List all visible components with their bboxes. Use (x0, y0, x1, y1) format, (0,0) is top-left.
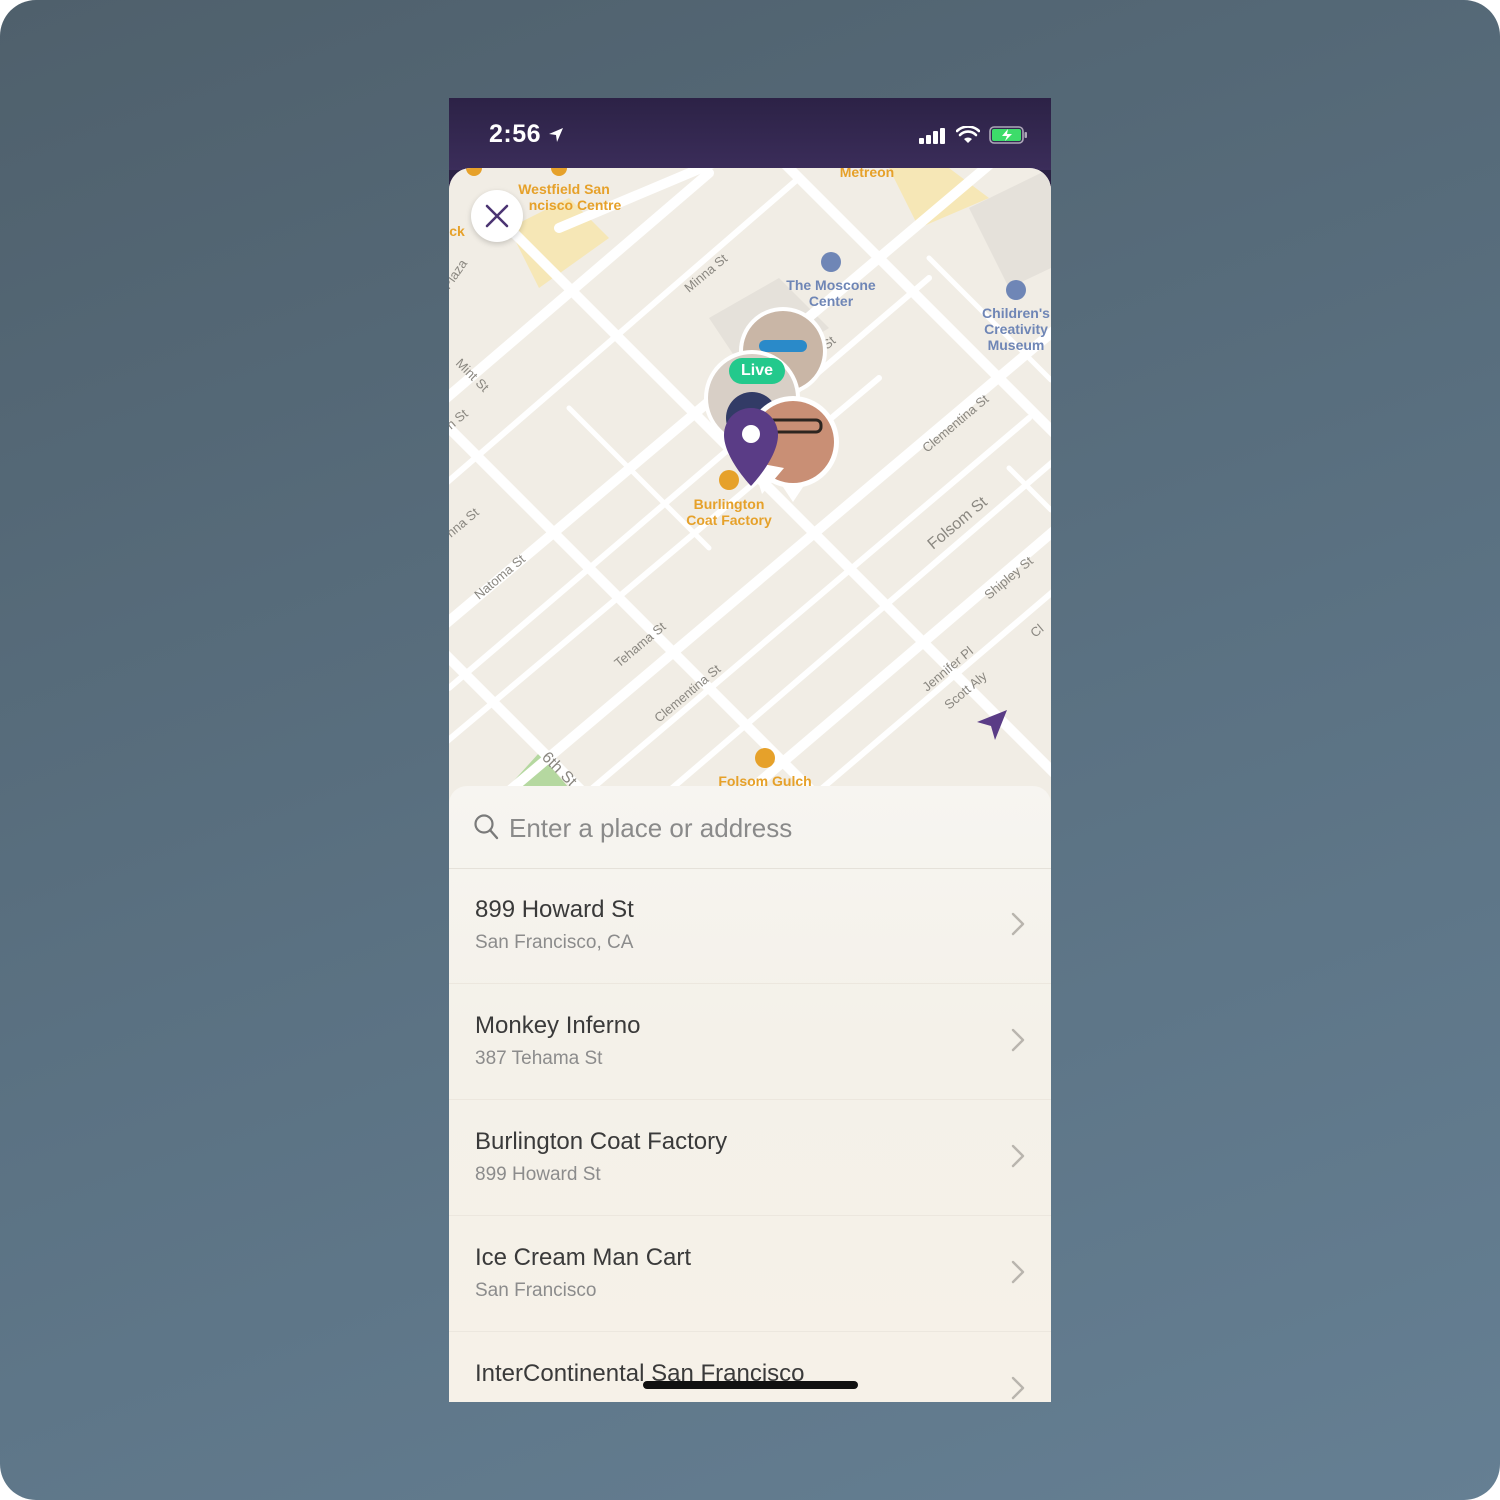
search-icon (474, 814, 499, 840)
search-input[interactable] (507, 806, 1011, 850)
search-bar[interactable] (449, 786, 1051, 869)
poi-westfield-label-2: ncisco Centre (529, 197, 622, 213)
status-time: 2:56 (489, 120, 542, 148)
cellular-signal-icon (919, 128, 945, 144)
result-item[interactable]: Monkey Inferno 387 Tehama St (449, 984, 1051, 1100)
map-label-ck: ck (449, 223, 465, 239)
result-item[interactable]: Burlington Coat Factory 899 Howard St (449, 1100, 1051, 1216)
poi-childrens-label-2: Creativity (984, 321, 1048, 337)
result-title: 899 Howard St (475, 896, 634, 923)
phone-screen: 2:56 Westfield San ncisco Centre Metreon… (449, 98, 1051, 1402)
home-indicator[interactable] (643, 1381, 858, 1389)
search-panel: 899 Howard St San Francisco, CA Monkey I… (449, 786, 1051, 1402)
map-sheet: Westfield San ncisco Centre Metreon The … (449, 168, 1051, 1402)
live-badge: Live (729, 358, 786, 384)
location-arrow-icon (549, 128, 563, 142)
result-subtitle: 387 Tehama St (475, 1048, 603, 1069)
results-list: 899 Howard St San Francisco, CA Monkey I… (449, 868, 1051, 1402)
poi-burlington-label: Burlington (694, 496, 765, 512)
result-subtitle: San Francisco, CA (475, 932, 634, 953)
poi-moscone-label: The Moscone (786, 277, 876, 293)
close-icon (485, 204, 509, 228)
map-view[interactable]: Westfield San ncisco Centre Metreon The … (449, 168, 1051, 808)
current-location-button[interactable] (975, 708, 1009, 742)
result-item[interactable]: InterContinental San Francisco (449, 1332, 1051, 1402)
poi-childrens-label: Children's (982, 305, 1050, 321)
poi-metreon-label: Metreon (840, 168, 894, 180)
result-item[interactable]: Ice Cream Man Cart San Francisco (449, 1216, 1051, 1332)
chevron-right-icon (1011, 1376, 1025, 1400)
result-subtitle: San Francisco (475, 1280, 597, 1301)
chevron-right-icon (1011, 1144, 1025, 1168)
chevron-right-icon (1011, 1028, 1025, 1052)
battery-charging-icon (989, 126, 1027, 144)
result-title: Burlington Coat Factory (475, 1128, 728, 1155)
chevron-right-icon (1011, 1260, 1025, 1284)
poi-moscone-label-2: Center (809, 293, 854, 309)
result-title: Ice Cream Man Cart (475, 1244, 692, 1271)
poi-childrens-label-3: Museum (988, 337, 1045, 353)
result-title: Monkey Inferno (475, 1012, 641, 1039)
close-button[interactable] (471, 190, 523, 242)
result-subtitle: 899 Howard St (475, 1164, 601, 1185)
status-bar: 2:56 (449, 98, 1051, 170)
wifi-icon (956, 126, 980, 143)
result-item[interactable]: 899 Howard St San Francisco, CA (449, 868, 1051, 984)
chevron-right-icon (1011, 912, 1025, 936)
poi-burlington-label-2: Coat Factory (686, 512, 772, 528)
poi-westfield-label: Westfield San (518, 181, 610, 197)
